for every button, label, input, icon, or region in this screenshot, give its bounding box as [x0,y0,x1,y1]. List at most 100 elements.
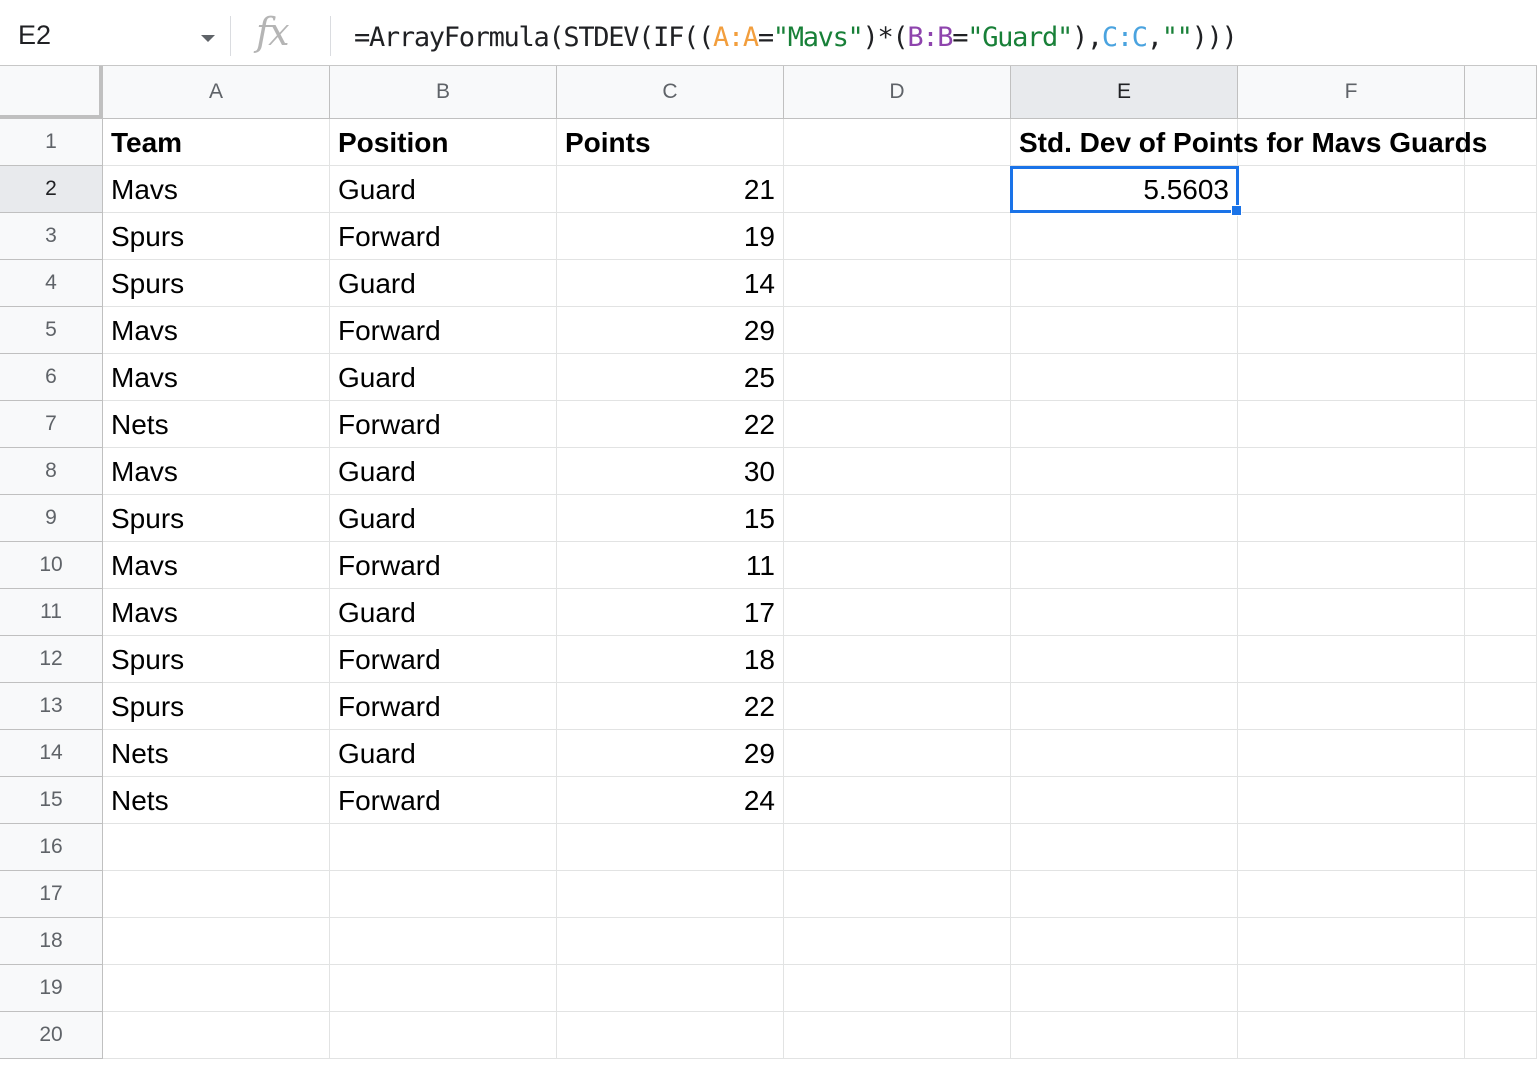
position-cell[interactable]: Forward [330,542,557,589]
cell[interactable] [784,824,1011,871]
column-header-e[interactable]: E [1011,66,1238,119]
cell[interactable] [1011,401,1238,448]
cell[interactable] [1238,166,1465,213]
cell[interactable] [784,636,1011,683]
row-header-20[interactable]: 20 [0,1012,103,1059]
cell[interactable] [1465,824,1537,871]
cell[interactable] [557,965,784,1012]
cell[interactable] [103,1012,330,1059]
cell[interactable] [1238,213,1465,260]
team-cell[interactable]: Spurs [103,495,330,542]
row-header-3[interactable]: 3 [0,213,103,260]
cell[interactable] [784,918,1011,965]
cell[interactable] [103,965,330,1012]
cell[interactable] [103,918,330,965]
points-cell[interactable]: 14 [557,260,784,307]
team-cell[interactable]: Mavs [103,448,330,495]
result-value-cell[interactable]: 5.5603 [1011,166,1238,213]
row-header-17[interactable]: 17 [0,871,103,918]
team-cell[interactable]: Nets [103,730,330,777]
team-cell[interactable]: Mavs [103,354,330,401]
cell[interactable] [1465,1012,1537,1059]
cell[interactable] [784,307,1011,354]
cell[interactable] [784,1012,1011,1059]
cell[interactable] [784,965,1011,1012]
cell[interactable] [1011,495,1238,542]
cell[interactable] [557,871,784,918]
result-label-cell[interactable]: Std. Dev of Points for Mavs Guards [1011,119,1537,166]
cell[interactable] [1465,542,1537,589]
cell[interactable] [784,495,1011,542]
column-header-a[interactable]: A [103,66,330,119]
cell[interactable] [1011,213,1238,260]
header-cell-team[interactable]: Team [103,119,330,166]
cell[interactable] [1238,401,1465,448]
position-cell[interactable]: Forward [330,307,557,354]
cell[interactable] [1011,730,1238,777]
column-header-b[interactable]: B [330,66,557,119]
team-cell[interactable]: Mavs [103,166,330,213]
team-cell[interactable]: Mavs [103,307,330,354]
cell[interactable] [1238,354,1465,401]
cell[interactable] [1465,213,1537,260]
row-header-14[interactable]: 14 [0,730,103,777]
row-header-10[interactable]: 10 [0,542,103,589]
team-cell[interactable]: Nets [103,777,330,824]
cell[interactable] [1238,589,1465,636]
team-cell[interactable]: Nets [103,401,330,448]
cell[interactable] [1465,683,1537,730]
cell[interactable] [1011,307,1238,354]
points-cell[interactable]: 18 [557,636,784,683]
points-cell[interactable]: 17 [557,589,784,636]
cell[interactable] [784,730,1011,777]
row-header-1[interactable]: 1 [0,119,103,166]
cell[interactable] [1011,542,1238,589]
cell[interactable] [1465,260,1537,307]
cell[interactable] [1465,166,1537,213]
position-cell[interactable]: Guard [330,448,557,495]
cell[interactable] [784,542,1011,589]
position-cell[interactable]: Guard [330,495,557,542]
cell[interactable] [784,401,1011,448]
cell[interactable] [784,213,1011,260]
chevron-down-icon[interactable] [201,35,215,42]
cell[interactable] [1011,683,1238,730]
cell[interactable] [1238,965,1465,1012]
cell[interactable] [1011,260,1238,307]
cell[interactable] [1238,871,1465,918]
cell[interactable] [1465,448,1537,495]
cell[interactable] [1238,730,1465,777]
points-cell[interactable]: 29 [557,307,784,354]
cell[interactable] [103,871,330,918]
cell[interactable] [1011,448,1238,495]
cell[interactable] [784,119,1011,166]
cell[interactable] [1465,871,1537,918]
cell[interactable] [1238,1012,1465,1059]
points-cell[interactable]: 25 [557,354,784,401]
cell[interactable] [1011,777,1238,824]
row-header-2[interactable]: 2 [0,166,103,213]
cell[interactable] [1465,730,1537,777]
cell[interactable] [1011,965,1238,1012]
position-cell[interactable]: Guard [330,589,557,636]
formula-input[interactable]: =ArrayFormula(STDEV(IF((A:A="Mavs")*(B:B… [354,22,1238,53]
points-cell[interactable]: 30 [557,448,784,495]
row-header-15[interactable]: 15 [0,777,103,824]
cell[interactable] [557,918,784,965]
points-cell[interactable]: 21 [557,166,784,213]
team-cell[interactable]: Spurs [103,683,330,730]
cell[interactable] [1011,589,1238,636]
cell[interactable] [1465,589,1537,636]
points-cell[interactable]: 22 [557,401,784,448]
cell[interactable] [1238,636,1465,683]
column-header-c[interactable]: C [557,66,784,119]
cell[interactable] [784,260,1011,307]
position-cell[interactable]: Forward [330,777,557,824]
cell[interactable] [330,965,557,1012]
row-header-8[interactable]: 8 [0,448,103,495]
cell[interactable] [1011,1012,1238,1059]
cell[interactable] [1465,495,1537,542]
points-cell[interactable]: 29 [557,730,784,777]
cell[interactable] [1011,354,1238,401]
row-header-4[interactable]: 4 [0,260,103,307]
